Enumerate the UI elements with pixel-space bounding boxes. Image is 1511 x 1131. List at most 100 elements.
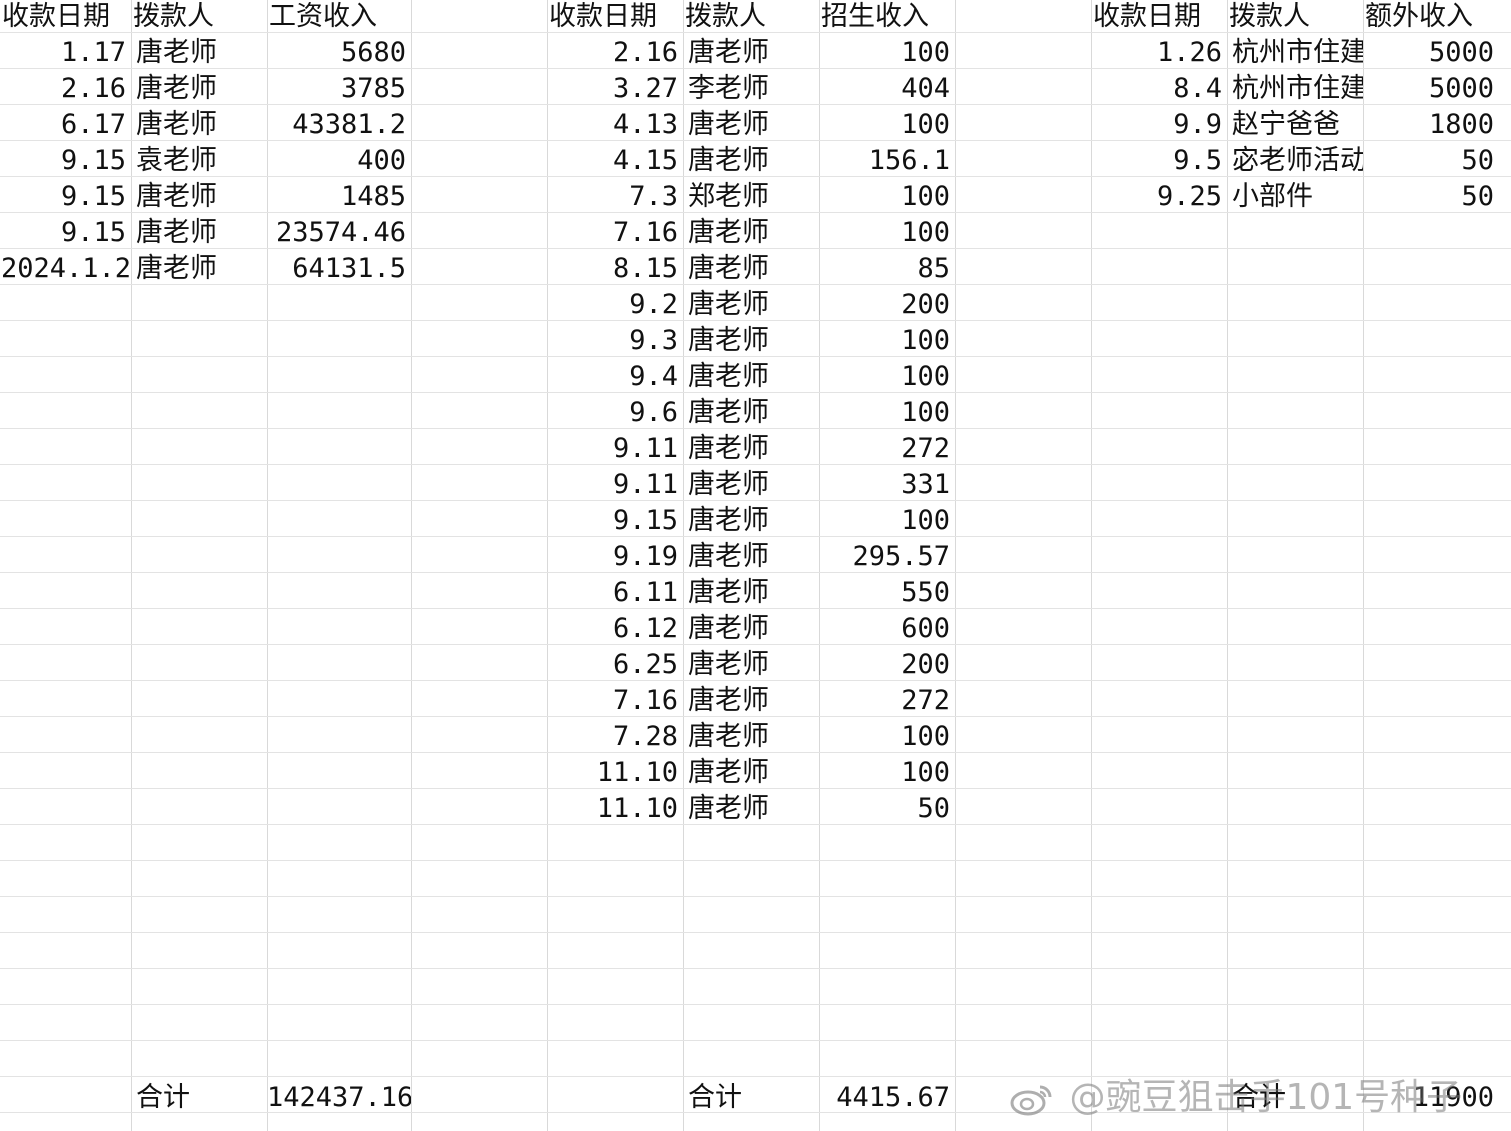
- cell-date[interactable]: 9.15: [0, 143, 131, 179]
- cell-amount[interactable]: 272: [819, 431, 955, 467]
- cell-amount[interactable]: 23574.46: [267, 215, 411, 251]
- cell-amount[interactable]: 100: [819, 719, 955, 755]
- cell-date[interactable]: 4.15: [547, 143, 683, 179]
- column-header-date[interactable]: 收款日期: [547, 0, 683, 36]
- column-header-payer[interactable]: 拨款人: [1227, 0, 1363, 36]
- cell-payer[interactable]: 唐老师: [683, 35, 819, 71]
- cell-date[interactable]: 7.28: [547, 719, 683, 755]
- cell-date[interactable]: 11.10: [547, 791, 683, 827]
- cell-amount[interactable]: 100: [819, 323, 955, 359]
- cell-payer[interactable]: 唐老师: [131, 71, 267, 107]
- cell-amount[interactable]: 295.57: [819, 539, 955, 575]
- cell-date[interactable]: 4.13: [547, 107, 683, 143]
- cell-amount[interactable]: 100: [819, 107, 955, 143]
- column-header-amount[interactable]: 工资收入: [267, 0, 411, 36]
- cell-date[interactable]: 9.11: [547, 467, 683, 503]
- cell-amount[interactable]: 400: [267, 143, 411, 179]
- cell-payer[interactable]: 唐老师: [683, 287, 819, 323]
- cell-amount[interactable]: 85: [819, 251, 955, 287]
- cell-date[interactable]: 7.3: [547, 179, 683, 215]
- cell-date[interactable]: 9.3: [547, 323, 683, 359]
- spreadsheet-grid[interactable]: 收款日期 拨款人 工资收入 1.17 唐老师 5680 2.16 唐老师 3785 6.17 唐老师…: [0, 0, 1511, 1131]
- total-value[interactable]: 142437.16: [267, 1080, 411, 1116]
- cell-amount[interactable]: 100: [819, 215, 955, 251]
- column-header-date[interactable]: 收款日期: [0, 0, 131, 36]
- cell-amount[interactable]: 200: [819, 647, 955, 683]
- cell-date[interactable]: 1.17: [0, 35, 131, 71]
- cell-amount[interactable]: 600: [819, 611, 955, 647]
- cell-date[interactable]: 8.4: [1091, 71, 1227, 107]
- cell-payer[interactable]: 杭州市住建: [1227, 35, 1363, 71]
- cell-payer[interactable]: 小部件: [1227, 179, 1363, 215]
- cell-date[interactable]: 9.5: [1091, 143, 1227, 179]
- column-header-payer[interactable]: 拨款人: [683, 0, 819, 36]
- cell-payer[interactable]: 唐老师: [683, 251, 819, 287]
- cell-payer[interactable]: 唐老师: [131, 107, 267, 143]
- cell-payer[interactable]: 唐老师: [683, 539, 819, 575]
- total-label[interactable]: 合计: [683, 1080, 819, 1116]
- total-value[interactable]: 4415.67: [819, 1080, 955, 1116]
- cell-date[interactable]: 9.9: [1091, 107, 1227, 143]
- total-label[interactable]: 合计: [131, 1080, 267, 1116]
- cell-payer[interactable]: 唐老师: [683, 467, 819, 503]
- cell-payer[interactable]: 唐老师: [683, 683, 819, 719]
- cell-amount[interactable]: 1800: [1363, 107, 1499, 143]
- cell-amount[interactable]: 5680: [267, 35, 411, 71]
- cell-payer[interactable]: 唐老师: [683, 431, 819, 467]
- cell-amount[interactable]: 272: [819, 683, 955, 719]
- cell-payer[interactable]: 唐老师: [683, 215, 819, 251]
- cell-amount[interactable]: 100: [819, 179, 955, 215]
- cell-date[interactable]: 9.25: [1091, 179, 1227, 215]
- cell-amount[interactable]: 50: [1363, 143, 1499, 179]
- cell-payer[interactable]: 唐老师: [131, 215, 267, 251]
- cell-payer[interactable]: 唐老师: [683, 611, 819, 647]
- cell-payer[interactable]: 唐老师: [683, 575, 819, 611]
- cell-amount[interactable]: 50: [819, 791, 955, 827]
- cell-payer[interactable]: 袁老师: [131, 143, 267, 179]
- cell-amount[interactable]: 156.1: [819, 143, 955, 179]
- cell-payer[interactable]: 李老师: [683, 71, 819, 107]
- cell-date[interactable]: 6.12: [547, 611, 683, 647]
- cell-amount[interactable]: 5000: [1363, 35, 1499, 71]
- cell-payer[interactable]: 宓老师活动: [1227, 143, 1363, 179]
- cell-date[interactable]: 2.16: [547, 35, 683, 71]
- cell-payer[interactable]: 唐老师: [683, 395, 819, 431]
- cell-date[interactable]: 9.6: [547, 395, 683, 431]
- column-header-date[interactable]: 收款日期: [1091, 0, 1227, 36]
- cell-payer[interactable]: 唐老师: [683, 143, 819, 179]
- cell-payer[interactable]: 唐老师: [683, 323, 819, 359]
- cell-amount[interactable]: 100: [819, 755, 955, 791]
- cell-date[interactable]: 9.15: [547, 503, 683, 539]
- cell-amount[interactable]: 100: [819, 503, 955, 539]
- cell-amount[interactable]: 43381.2: [267, 107, 411, 143]
- cell-date[interactable]: 8.15: [547, 251, 683, 287]
- cell-date[interactable]: 7.16: [547, 215, 683, 251]
- cell-payer[interactable]: 唐老师: [683, 719, 819, 755]
- cell-date[interactable]: 2024.1.29: [0, 251, 131, 287]
- cell-amount[interactable]: 50: [1363, 179, 1499, 215]
- cell-date[interactable]: 9.2: [547, 287, 683, 323]
- column-header-payer[interactable]: 拨款人: [131, 0, 267, 36]
- cell-date[interactable]: 2.16: [0, 71, 131, 107]
- cell-amount[interactable]: 331: [819, 467, 955, 503]
- cell-payer[interactable]: 郑老师: [683, 179, 819, 215]
- cell-payer[interactable]: 唐老师: [131, 179, 267, 215]
- cell-payer[interactable]: 唐老师: [131, 35, 267, 71]
- cell-date[interactable]: 11.10: [547, 755, 683, 791]
- cell-payer[interactable]: 唐老师: [683, 107, 819, 143]
- cell-payer[interactable]: 唐老师: [131, 251, 267, 287]
- cell-date[interactable]: 3.27: [547, 71, 683, 107]
- cell-payer[interactable]: 赵宁爸爸: [1227, 107, 1363, 143]
- cell-payer[interactable]: 唐老师: [683, 647, 819, 683]
- cell-amount[interactable]: 550: [819, 575, 955, 611]
- cell-date[interactable]: 9.19: [547, 539, 683, 575]
- cell-amount[interactable]: 64131.5: [267, 251, 411, 287]
- cell-date[interactable]: 1.26: [1091, 35, 1227, 71]
- cell-date[interactable]: 7.16: [547, 683, 683, 719]
- cell-payer[interactable]: 唐老师: [683, 503, 819, 539]
- cell-payer[interactable]: 唐老师: [683, 755, 819, 791]
- cell-date[interactable]: 9.11: [547, 431, 683, 467]
- cell-date[interactable]: 9.4: [547, 359, 683, 395]
- cell-date[interactable]: 6.11: [547, 575, 683, 611]
- cell-amount[interactable]: 100: [819, 359, 955, 395]
